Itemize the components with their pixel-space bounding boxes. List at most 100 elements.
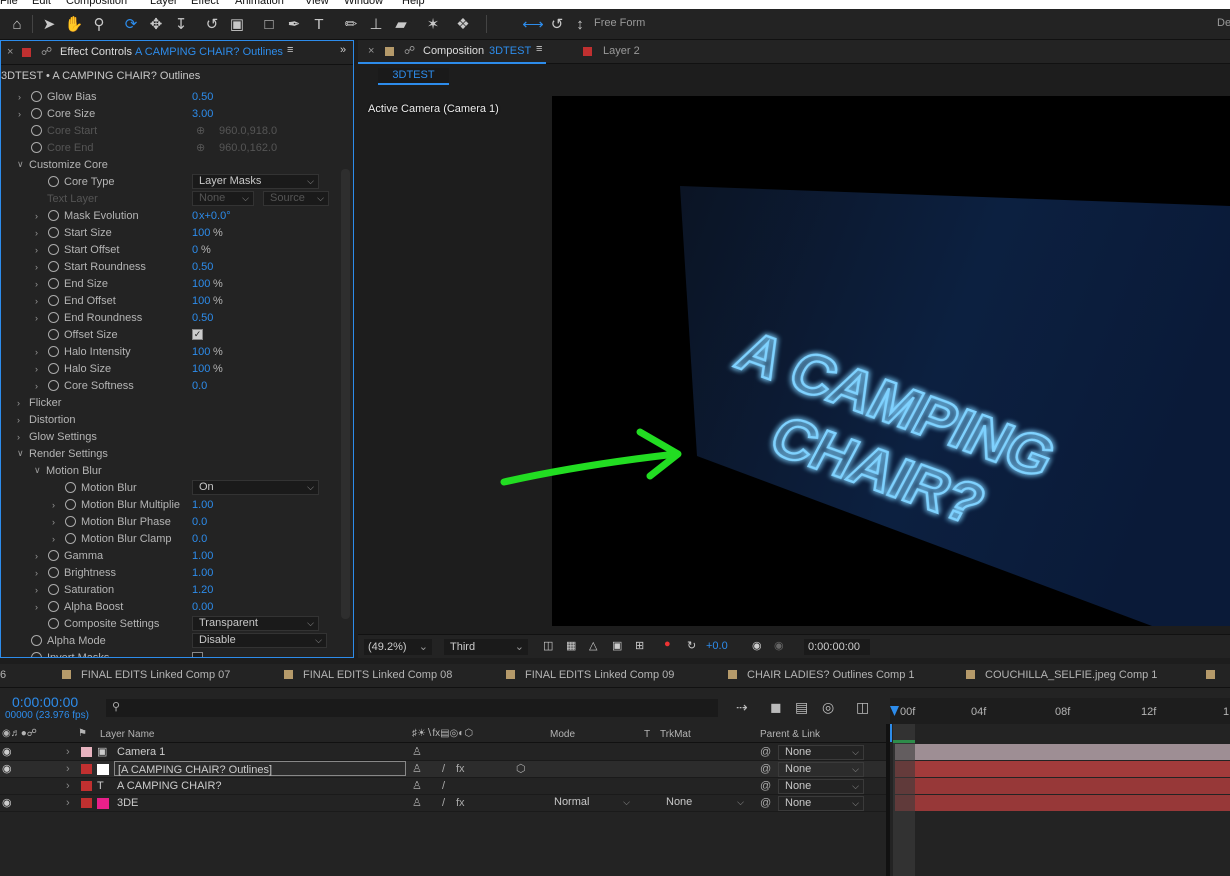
effect-property-row[interactable]: › End Offset 100% bbox=[1, 292, 339, 309]
composition-tab-name[interactable]: 3DTEST bbox=[489, 45, 531, 57]
shy-switch-icon[interactable]: ♙ bbox=[412, 744, 422, 760]
layer-duration-bar[interactable] bbox=[895, 778, 1230, 794]
hide-shy-layers-icon[interactable]: ▤ bbox=[795, 699, 808, 716]
twirl-closed-icon[interactable]: › bbox=[35, 211, 38, 221]
timeline-tab[interactable]: FINAL EDITS Linked Comp 08 bbox=[284, 669, 452, 681]
menu-item-view[interactable]: View bbox=[305, 0, 329, 7]
menu-item-file[interactable]: File bbox=[0, 0, 18, 7]
twirl-closed-icon[interactable]: › bbox=[52, 534, 55, 544]
property-value[interactable]: 3.00 bbox=[192, 108, 213, 120]
effect-scrollbar[interactable] bbox=[341, 169, 350, 619]
layer-row[interactable]: ◉ › [A CAMPING CHAIR? Outlines] ♙ / fx ⬡ @ None bbox=[0, 761, 886, 778]
layer-name[interactable]: 3DE bbox=[117, 795, 138, 811]
stopwatch-icon[interactable] bbox=[31, 108, 42, 119]
motion-blur-switch-icon[interactable]: ◎ bbox=[822, 699, 834, 716]
stopwatch-icon[interactable] bbox=[48, 210, 59, 221]
twirl-open-icon[interactable]: ∨ bbox=[17, 159, 24, 170]
stopwatch-icon[interactable] bbox=[48, 567, 59, 578]
effect-property-row[interactable]: Core Type Layer Masks bbox=[1, 173, 339, 190]
property-value[interactable]: 0.50 bbox=[192, 261, 213, 273]
twirl-closed-icon[interactable]: › bbox=[35, 296, 38, 306]
orbit-camera-icon[interactable]: ⟳ bbox=[120, 13, 142, 35]
stopwatch-icon[interactable] bbox=[48, 261, 59, 272]
property-value[interactable]: 100 bbox=[192, 295, 210, 307]
rectangle-tool-icon[interactable]: □ bbox=[258, 13, 280, 35]
menu-item-animation[interactable]: Animation bbox=[235, 0, 284, 7]
time-ruler[interactable]: 00f 04f 08f 12f 1 bbox=[890, 698, 1230, 724]
rotation-value[interactable]: x+0.0° bbox=[199, 210, 231, 222]
effect-property-row[interactable]: › Alpha Boost 0.00 bbox=[1, 598, 339, 615]
effect-property-row[interactable]: ∨ Customize Core bbox=[1, 156, 339, 173]
twirl-closed-icon[interactable]: › bbox=[66, 744, 70, 760]
effect-property-row[interactable]: › Motion Blur Multiplie 1.00 bbox=[1, 496, 339, 513]
timeline-tab[interactable]: FINAL EDITS Linked Comp 07 bbox=[62, 669, 230, 681]
property-value[interactable]: 960.0,918.0 bbox=[219, 125, 277, 137]
draft-3d-icon[interactable]: ◼ bbox=[770, 699, 782, 716]
effect-property-row[interactable]: › Mask Evolution 0 x+0.0° bbox=[1, 207, 339, 224]
property-value[interactable]: 0 bbox=[192, 244, 198, 256]
layer-name[interactable]: A CAMPING CHAIR? bbox=[117, 778, 222, 794]
effect-property-row[interactable]: › Halo Size 100% bbox=[1, 360, 339, 377]
composition-tab-title[interactable]: Composition bbox=[423, 45, 484, 57]
lock-icon[interactable]: ☍ bbox=[404, 44, 415, 57]
quality-switch-icon[interactable]: / bbox=[442, 761, 445, 777]
twirl-closed-icon[interactable]: › bbox=[35, 228, 38, 238]
twirl-closed-icon[interactable]: › bbox=[17, 415, 20, 425]
shy-switch-icon[interactable]: ♙ bbox=[412, 778, 422, 794]
layer-duration-bar[interactable] bbox=[895, 761, 1230, 777]
close-icon[interactable]: × bbox=[368, 45, 374, 57]
effects-switch-icon[interactable]: fx bbox=[456, 795, 465, 811]
effect-property-row[interactable]: › Saturation 1.20 bbox=[1, 581, 339, 598]
pickwhip-icon[interactable]: @ bbox=[760, 761, 771, 777]
layer-name[interactable]: Camera 1 bbox=[117, 744, 165, 760]
twirl-closed-icon[interactable]: › bbox=[35, 262, 38, 272]
effect-property-row[interactable]: › Start Offset 0% bbox=[1, 241, 339, 258]
stopwatch-icon[interactable] bbox=[48, 584, 59, 595]
mode-dropdown[interactable]: Normal bbox=[548, 796, 634, 811]
stopwatch-icon[interactable] bbox=[65, 516, 76, 527]
twirl-closed-icon[interactable]: › bbox=[18, 109, 21, 119]
world-axis-icon[interactable]: ↺ bbox=[546, 13, 568, 35]
show-snapshot-icon[interactable]: ◉ bbox=[774, 639, 784, 652]
twirl-closed-icon[interactable]: › bbox=[18, 92, 21, 102]
effect-property-row[interactable]: Text Layer None Source bbox=[1, 190, 339, 207]
current-time[interactable]: 0:00:00:00 bbox=[12, 694, 78, 710]
stopwatch-icon[interactable] bbox=[48, 295, 59, 306]
eraser-tool-icon[interactable]: ▰ bbox=[390, 13, 412, 35]
stopwatch-icon[interactable] bbox=[48, 618, 59, 629]
property-value[interactable]: 100 bbox=[192, 227, 210, 239]
property-value[interactable]: 0.0 bbox=[192, 380, 207, 392]
twirl-closed-icon[interactable]: › bbox=[52, 500, 55, 510]
stopwatch-icon[interactable] bbox=[31, 142, 42, 153]
hand-tool-icon[interactable]: ✋ bbox=[63, 13, 85, 35]
twirl-closed-icon[interactable]: › bbox=[66, 761, 70, 777]
pickwhip-icon[interactable]: @ bbox=[760, 795, 771, 811]
work-area-bar[interactable] bbox=[893, 740, 915, 743]
stopwatch-icon[interactable] bbox=[31, 91, 42, 102]
brush-tool-icon[interactable]: ✏ bbox=[340, 13, 362, 35]
stopwatch-icon[interactable] bbox=[48, 244, 59, 255]
pan-behind-icon[interactable]: ▣ bbox=[226, 13, 248, 35]
layer-name-header[interactable]: Layer Name bbox=[100, 729, 154, 740]
stopwatch-icon[interactable] bbox=[65, 482, 76, 493]
stopwatch-icon[interactable] bbox=[48, 176, 59, 187]
effect-property-row[interactable]: Core Start ⊕ 960.0,918.0 bbox=[1, 122, 339, 139]
layer-label-color[interactable] bbox=[81, 764, 92, 774]
effect-property-row[interactable]: › Motion Blur Clamp 0.0 bbox=[1, 530, 339, 547]
effect-property-row[interactable]: › Motion Blur Phase 0.0 bbox=[1, 513, 339, 530]
menu-item-edit[interactable]: Edit bbox=[32, 0, 51, 7]
fast-preview-icon[interactable]: ◫ bbox=[543, 639, 553, 652]
type-tool-icon[interactable]: T bbox=[308, 13, 330, 35]
snapshot-icon[interactable]: ◉ bbox=[752, 639, 762, 652]
twirl-closed-icon[interactable]: › bbox=[66, 795, 70, 811]
effect-property-row[interactable]: Core End ⊕ 960.0,162.0 bbox=[1, 139, 339, 156]
parent-dropdown[interactable]: None bbox=[778, 762, 864, 777]
effect-property-row[interactable]: › Flicker bbox=[1, 394, 339, 411]
stopwatch-icon[interactable] bbox=[48, 346, 59, 357]
parent-dropdown[interactable]: None bbox=[778, 796, 864, 811]
mask-path-icon[interactable]: △ bbox=[589, 639, 597, 652]
composition-viewer[interactable]: A CAMPING CHAIR? bbox=[552, 96, 1230, 626]
stopwatch-icon[interactable] bbox=[48, 278, 59, 289]
layer-duration-bar[interactable] bbox=[895, 744, 1230, 760]
effect-property-row[interactable]: › Start Roundness 0.50 bbox=[1, 258, 339, 275]
